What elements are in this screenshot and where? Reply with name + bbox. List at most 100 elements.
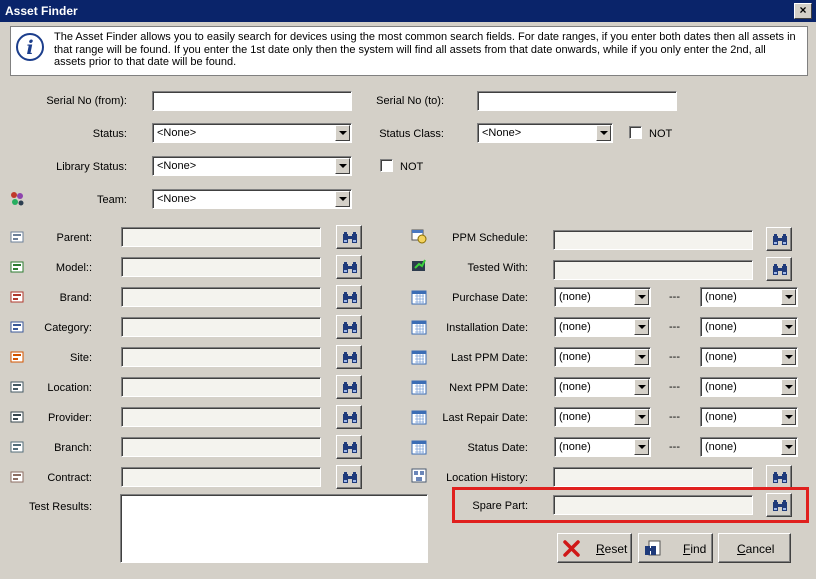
location-history-input[interactable] (553, 467, 753, 487)
binoculars-icon (343, 352, 357, 363)
info-icon: i (16, 33, 44, 61)
chevron-down-icon[interactable] (634, 379, 649, 395)
date-range-dash: --- (669, 411, 680, 423)
status-select[interactable]: <None> (152, 123, 352, 143)
binoculars-icon (343, 412, 357, 423)
chevron-down-icon[interactable] (335, 191, 350, 207)
chevron-down-icon[interactable] (781, 319, 796, 335)
cancel-button[interactable]: Cancel (718, 533, 791, 563)
chevron-down-icon[interactable] (634, 319, 649, 335)
chevron-down-icon[interactable] (335, 125, 350, 141)
title-bar: Asset Finder × (0, 0, 816, 22)
model-input[interactable] (121, 257, 321, 277)
contract-search-button[interactable] (336, 465, 362, 489)
serial-to-input[interactable] (477, 91, 677, 111)
location-label: Location: (47, 382, 92, 394)
next-ppm-date-to-value: (none) (705, 381, 737, 393)
chevron-down-icon[interactable] (634, 409, 649, 425)
parent-label: Parent: (56, 232, 92, 244)
chevron-down-icon[interactable] (634, 439, 649, 455)
status-class-not-checkbox[interactable] (629, 126, 642, 139)
brand-input[interactable] (121, 287, 321, 307)
library-status-not-checkbox[interactable] (380, 159, 393, 172)
status-date-to-value: (none) (705, 441, 737, 453)
parent-input[interactable] (121, 227, 321, 247)
find-label: Find (683, 542, 707, 556)
purchase-date-from-select[interactable]: (none) (554, 287, 651, 307)
chevron-down-icon[interactable] (335, 158, 350, 174)
chevron-down-icon[interactable] (634, 289, 649, 305)
brand-search-button[interactable] (336, 285, 362, 309)
date-range-dash: --- (669, 381, 680, 393)
spare-part-highlight (452, 487, 809, 523)
close-button[interactable]: × (794, 3, 812, 19)
purchase-date-label: Purchase Date: (452, 292, 528, 304)
last-ppm-date-to-select[interactable]: (none) (700, 347, 798, 367)
x-icon (563, 540, 580, 557)
serial-from-label: Serial No (from): (46, 95, 127, 107)
installation-date-from-value: (none) (559, 321, 591, 333)
team-select[interactable]: <None> (152, 189, 352, 209)
tested-with-input[interactable] (553, 260, 753, 280)
last-ppm-date-to-value: (none) (705, 351, 737, 363)
chevron-down-icon[interactable] (781, 439, 796, 455)
ppm-schedule-search-button[interactable] (766, 227, 792, 251)
last-ppm-date-from-value: (none) (559, 351, 591, 363)
reset-button[interactable]: Reset (557, 533, 632, 563)
library-status-select[interactable]: <None> (152, 156, 352, 176)
chevron-down-icon[interactable] (781, 379, 796, 395)
site-input[interactable] (121, 347, 321, 367)
chevron-down-icon[interactable] (596, 125, 611, 141)
serial-from-input[interactable] (152, 91, 352, 111)
purchase-date-to-select[interactable]: (none) (700, 287, 798, 307)
team-value: <None> (157, 193, 197, 205)
contract-label: Contract: (47, 472, 92, 484)
location-history-search-button[interactable] (766, 465, 792, 489)
last-repair-date-to-select[interactable]: (none) (700, 407, 798, 427)
provider-search-button[interactable] (336, 405, 362, 429)
tested-with-search-button[interactable] (766, 257, 792, 281)
date-range-dash: --- (669, 351, 680, 363)
site-search-button[interactable] (336, 345, 362, 369)
location-input[interactable] (121, 377, 321, 397)
branch-search-button[interactable] (336, 435, 362, 459)
last-repair-date-from-select[interactable]: (none) (554, 407, 651, 427)
test-results-label: Test Results: (29, 501, 92, 513)
location-search-button[interactable] (336, 375, 362, 399)
category-search-button[interactable] (336, 315, 362, 339)
binoculars-icon (343, 262, 357, 273)
test-results-box[interactable] (120, 494, 428, 563)
last-ppm-date-from-select[interactable]: (none) (554, 347, 651, 367)
installation-date-to-select[interactable]: (none) (700, 317, 798, 337)
chevron-down-icon[interactable] (781, 409, 796, 425)
category-label: Category: (44, 322, 92, 334)
ppm-schedule-input[interactable] (553, 230, 753, 250)
status-date-from-select[interactable]: (none) (554, 437, 651, 457)
parent-search-button[interactable] (336, 225, 362, 249)
contract-input[interactable] (121, 467, 321, 487)
branch-label: Branch: (54, 442, 92, 454)
brand-label: Brand: (59, 292, 92, 304)
status-value: <None> (157, 127, 197, 139)
find-icon (645, 540, 661, 556)
svg-text:i: i (26, 37, 33, 59)
next-ppm-date-to-select[interactable]: (none) (700, 377, 798, 397)
provider-label: Provider: (47, 412, 92, 424)
installation-date-from-select[interactable]: (none) (554, 317, 651, 337)
status-class-not-label: NOT (649, 128, 673, 140)
status-class-select[interactable]: <None> (477, 123, 613, 143)
provider-input[interactable] (121, 407, 321, 427)
status-date-label: Status Date: (467, 442, 528, 454)
branch-input[interactable] (121, 437, 321, 457)
next-ppm-date-from-select[interactable]: (none) (554, 377, 651, 397)
chevron-down-icon[interactable] (781, 289, 796, 305)
status-date-to-select[interactable]: (none) (700, 437, 798, 457)
find-button[interactable]: Find (638, 533, 713, 563)
binoculars-icon (343, 382, 357, 393)
chevron-down-icon[interactable] (781, 349, 796, 365)
last-repair-date-label: Last Repair Date: (442, 412, 528, 424)
chevron-down-icon[interactable] (634, 349, 649, 365)
binoculars-icon (343, 442, 357, 453)
model-search-button[interactable] (336, 255, 362, 279)
category-input[interactable] (121, 317, 321, 337)
